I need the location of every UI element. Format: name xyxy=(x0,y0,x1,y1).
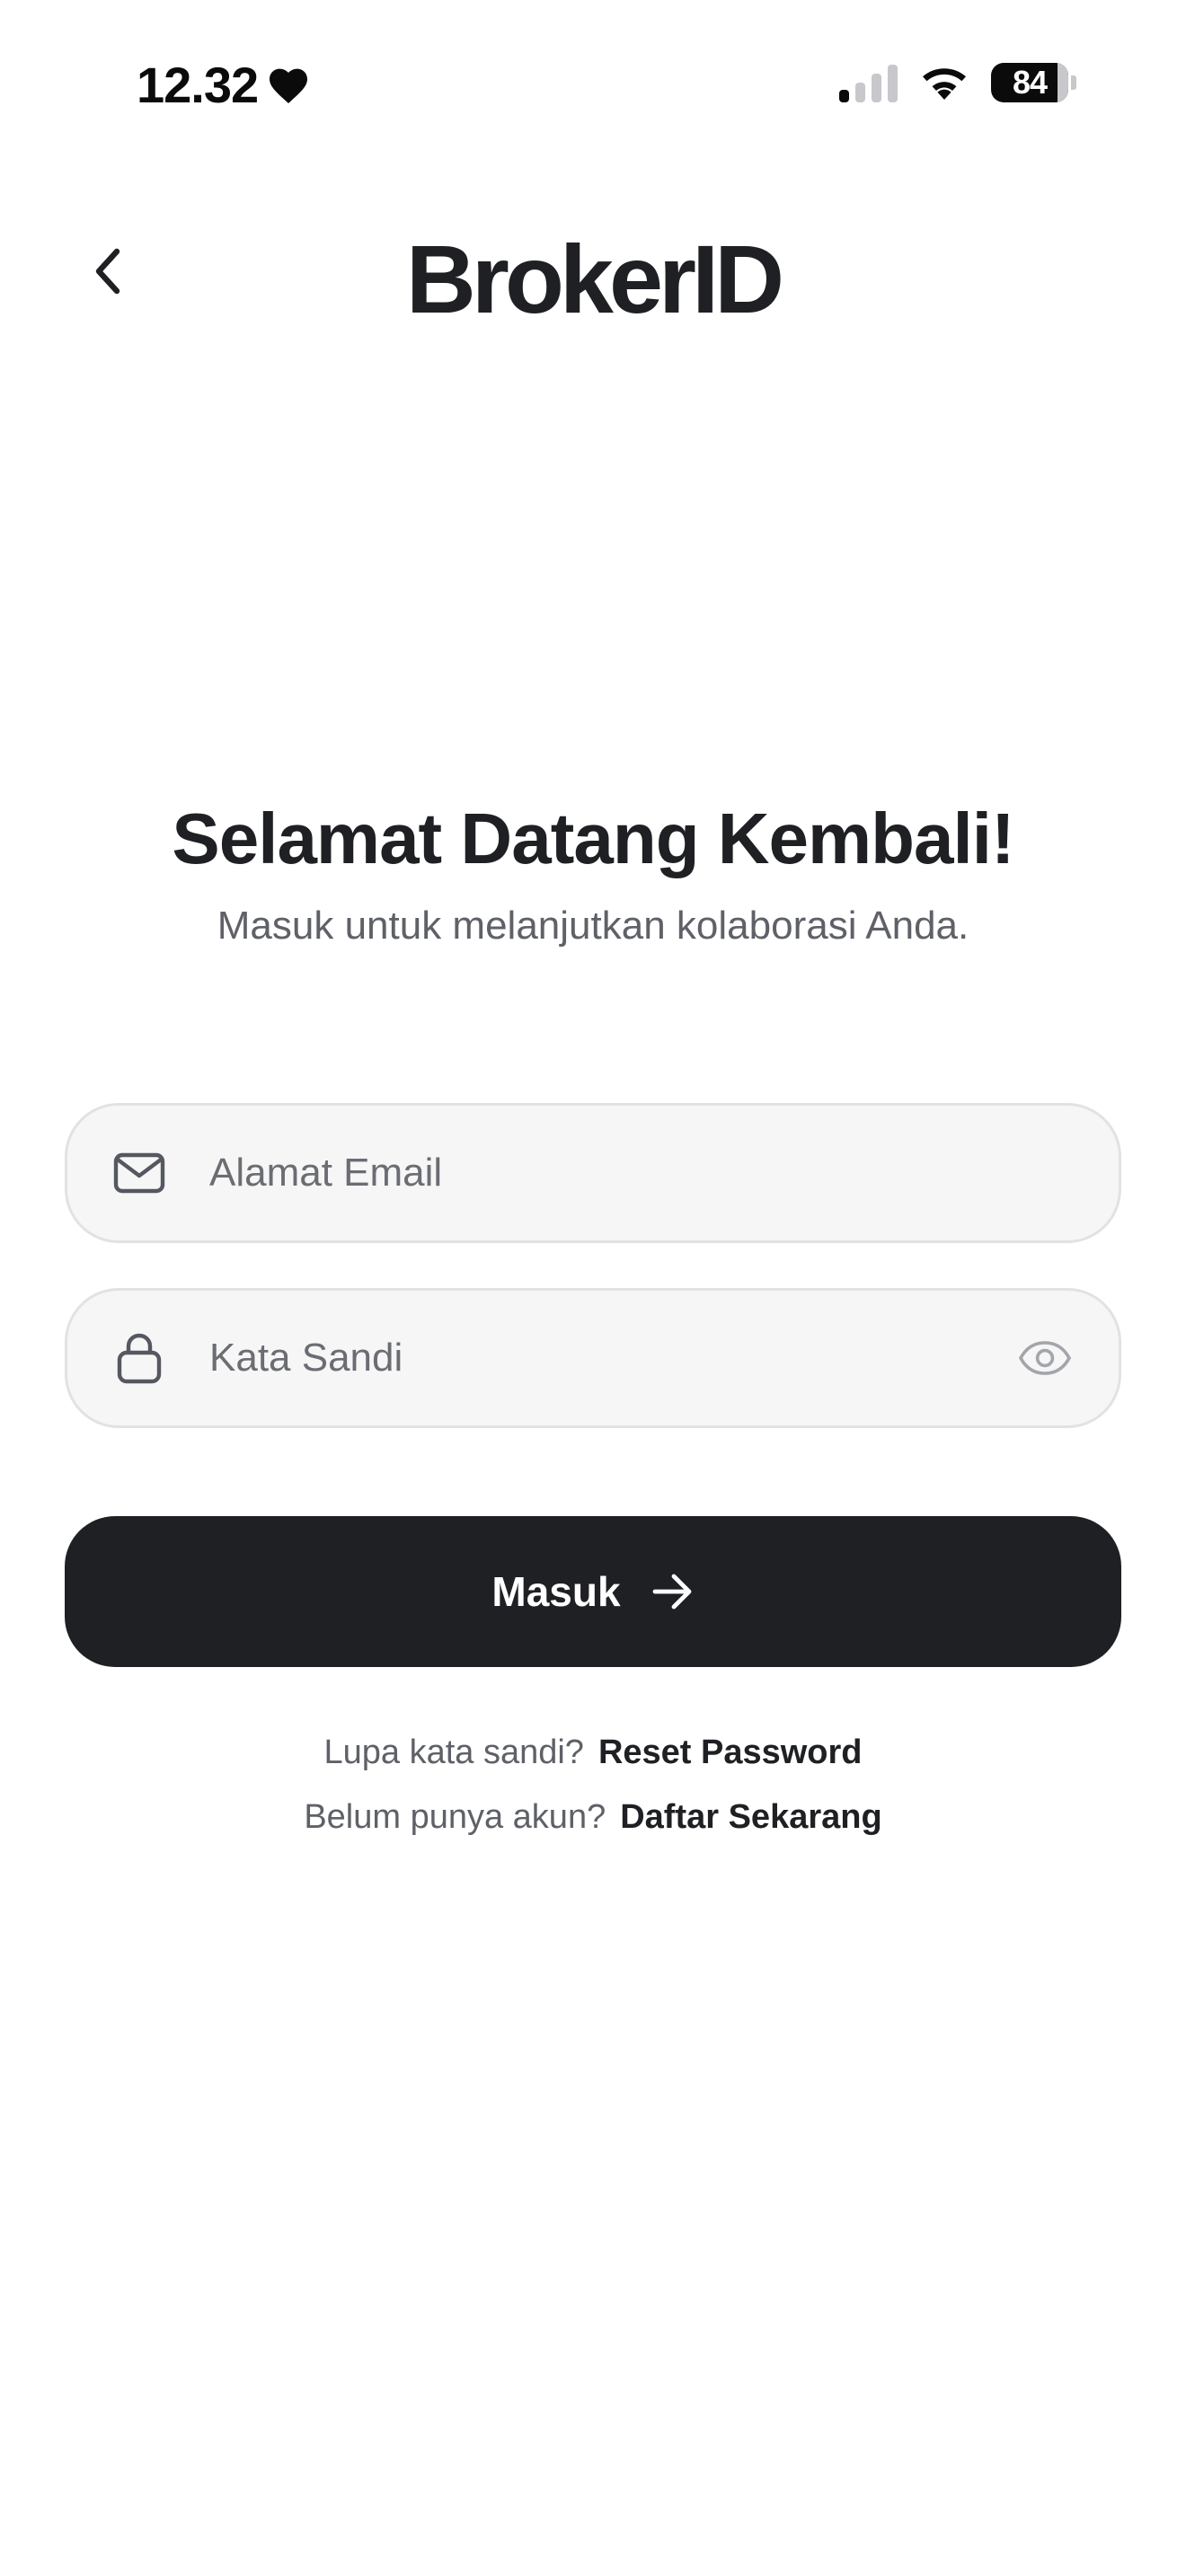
status-bar-indicators: 84 xyxy=(839,63,1076,102)
battery-icon: 84 xyxy=(991,63,1076,102)
lock-icon xyxy=(112,1331,166,1385)
eye-icon[interactable] xyxy=(1016,1329,1074,1387)
login-button[interactable]: Masuk xyxy=(65,1516,1121,1667)
heart-icon xyxy=(270,68,308,103)
signup-row: Belum punya akun? Daftar Sekarang xyxy=(0,1798,1186,1837)
signup-prompt: Belum punya akun? xyxy=(304,1798,606,1836)
battery-level: 84 xyxy=(1012,64,1048,101)
forgot-password-prompt: Lupa kata sandi? xyxy=(323,1734,584,1771)
mail-icon xyxy=(112,1146,166,1200)
forgot-password-row: Lupa kata sandi? Reset Password xyxy=(0,1734,1186,1772)
page-title: Selamat Datang Kembali! xyxy=(172,798,1014,878)
clock: 12.32 xyxy=(137,57,259,113)
wifi-icon xyxy=(923,68,966,100)
signup-link[interactable]: Daftar Sekarang xyxy=(620,1798,881,1837)
signal-icon xyxy=(839,63,898,102)
password-field[interactable] xyxy=(65,1288,1121,1428)
login-button-label: Masuk xyxy=(491,1568,621,1615)
arrow-right-icon xyxy=(652,1574,691,1610)
brand-logo: BrokerID xyxy=(405,225,784,333)
status-bar-time: 12.32 xyxy=(137,56,310,114)
page-subtitle: Masuk untuk melanjutkan kolaborasi Anda. xyxy=(217,904,969,948)
reset-password-link[interactable]: Reset Password xyxy=(598,1734,863,1772)
email-input[interactable] xyxy=(209,1151,1119,1195)
email-field[interactable] xyxy=(65,1103,1121,1243)
password-input[interactable] xyxy=(209,1336,1016,1381)
